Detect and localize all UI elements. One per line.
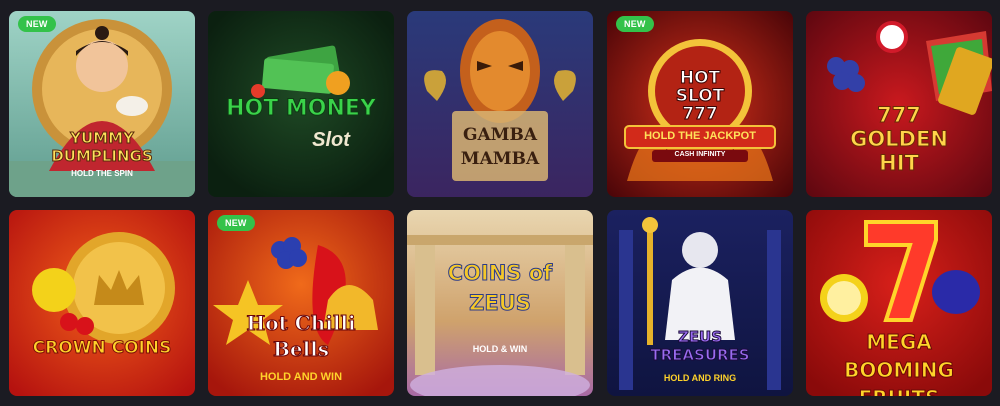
game-title: GAMBA MAMBA xyxy=(460,125,540,169)
game-title: COINS of ZEUS xyxy=(447,261,553,316)
game-tile-hot-slot[interactable]: NEW HOT SLOT 777 HOLD THE JACKPOT CASH I… xyxy=(607,11,793,197)
game-tile-yummy-dumplings[interactable]: NEW YUMMY DUMPLINGS HOLD THE SPIN xyxy=(9,11,195,197)
crown-coins-artwork xyxy=(9,210,195,396)
game-tile-golden-hit[interactable]: 777 GOLDEN HIT xyxy=(806,11,992,197)
game-tile-zeus-treasures[interactable]: ZEUS TREASURES HOLD AND RING xyxy=(607,210,793,396)
game-title: MEGA BOOMING FRUITS xyxy=(844,330,955,397)
game-subtitle: HOLD AND RING xyxy=(663,373,737,383)
game-tile-hot-money[interactable]: HOT MONEY Slot xyxy=(208,11,394,197)
new-badge: NEW xyxy=(18,16,56,32)
game-tagline: CASH INFINITY xyxy=(674,151,726,158)
game-tile-mega-booming-fruits[interactable]: MEGA BOOMING FRUITS xyxy=(806,210,992,396)
hot-chilli-bells-artwork xyxy=(208,210,394,396)
new-badge: NEW xyxy=(217,215,255,231)
game-tile-gamba-mamba[interactable]: GAMBA MAMBA xyxy=(407,11,593,197)
game-title: HOT MONEY xyxy=(226,96,377,122)
zeus-treasures-artwork xyxy=(607,210,793,396)
game-subtitle: HOLD THE JACKPOT xyxy=(644,130,756,142)
game-grid: NEW YUMMY DUMPLINGS HOLD THE SPIN HOT MO… xyxy=(0,0,1000,406)
game-tile-hot-chilli-bells[interactable]: NEW Hot Chilli Bells HOLD AND WIN xyxy=(208,210,394,396)
game-title: YUMMY DUMPLINGS xyxy=(51,129,153,166)
new-badge: NEW xyxy=(616,16,654,32)
game-title: CROWN COINS xyxy=(32,338,172,359)
game-subtitle: Slot xyxy=(312,129,350,151)
game-title: ZEUS TREASURES xyxy=(650,328,750,365)
game-tile-coins-of-zeus[interactable]: COINS of ZEUS HOLD & WIN xyxy=(407,210,593,396)
game-subtitle: HOLD & WIN xyxy=(472,344,528,354)
game-title: Hot Chilli Bells xyxy=(246,311,356,362)
game-subtitle: HOLD AND WIN xyxy=(259,371,343,383)
game-subtitle: HOLD THE SPIN xyxy=(71,169,133,178)
game-tile-crown-coins[interactable]: CROWN COINS xyxy=(9,210,195,396)
game-title: 777 GOLDEN HIT xyxy=(850,103,949,176)
game-title: HOT SLOT 777 xyxy=(675,68,725,124)
